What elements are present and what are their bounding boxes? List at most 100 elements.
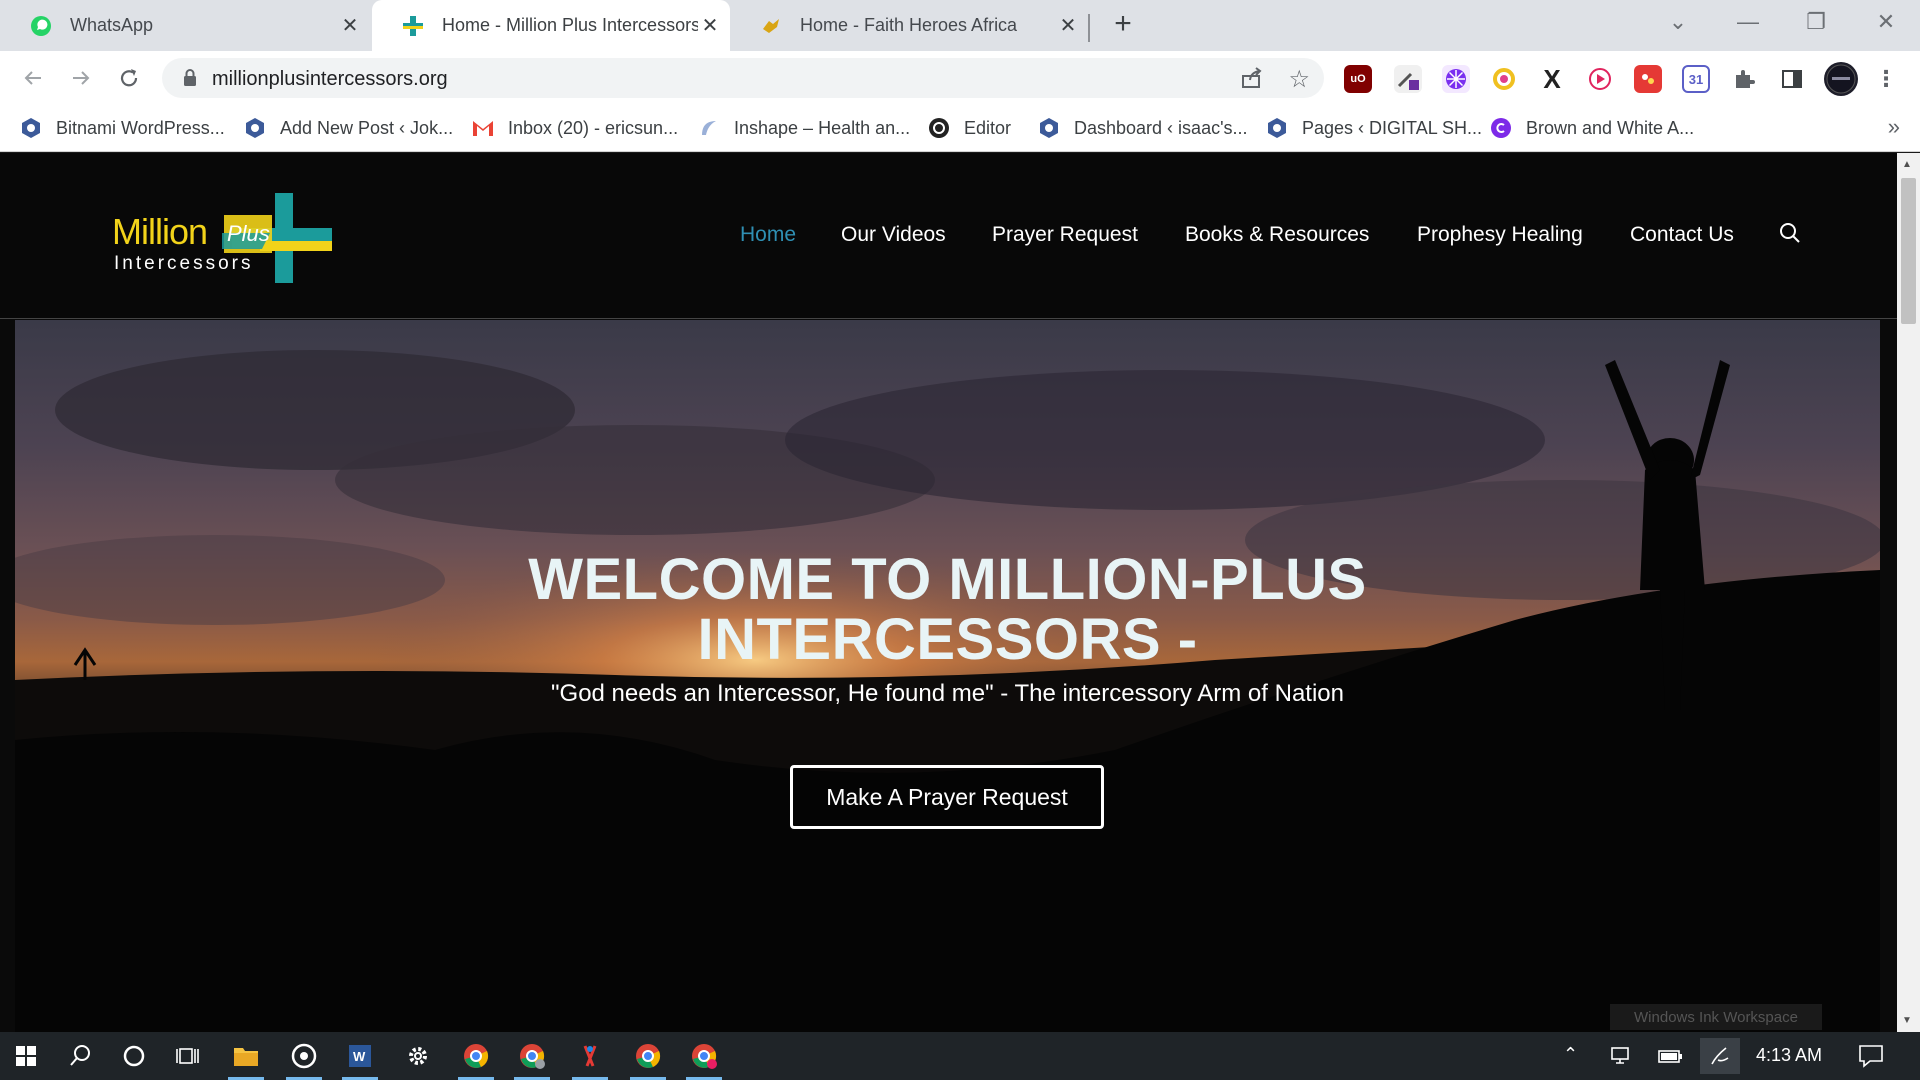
logo-text-sub: Intercessors (114, 253, 254, 274)
site-header: Million Plus Intercessors Home Our Video… (0, 153, 1897, 319)
search-icon[interactable] (1778, 221, 1802, 250)
chrome-profile-icon[interactable] (508, 1032, 556, 1080)
tab-strip: WhatsApp ✕ Home - Million Plus Intercess… (0, 0, 1920, 51)
windows-ink-icon[interactable] (1700, 1038, 1740, 1074)
wordpress-hex-icon (1038, 117, 1060, 139)
network-icon[interactable] (1610, 1046, 1636, 1071)
eyedropper-extension-icon[interactable] (1394, 65, 1422, 93)
battery-icon[interactable] (1657, 1046, 1683, 1071)
page-scrollbar[interactable]: ▲ ▼ (1897, 153, 1920, 1032)
chrome-icon[interactable] (452, 1032, 500, 1080)
ink-workspace-tooltip: Windows Ink Workspace (1610, 1004, 1822, 1030)
nav-books-resources[interactable]: Books & Resources (1185, 223, 1369, 247)
snipping-tool-icon[interactable] (566, 1032, 614, 1080)
lock-icon[interactable] (182, 68, 198, 93)
close-icon[interactable]: ✕ (1056, 14, 1080, 38)
make-prayer-request-button[interactable]: Make A Prayer Request (790, 765, 1104, 829)
minimize-icon[interactable]: — (1718, 0, 1778, 44)
tab-search-icon[interactable]: ⌄ (1648, 0, 1708, 44)
new-tab-button[interactable]: + (1108, 9, 1138, 40)
red-extension-icon[interactable] (1634, 65, 1662, 93)
chrome-profile-2-icon[interactable] (680, 1032, 728, 1080)
hero-title: WELCOME TO MILLION-PLUS INTERCESSORS - (405, 550, 1490, 670)
reload-icon[interactable] (112, 61, 146, 95)
hero-background-image (15, 350, 1880, 1032)
share-icon[interactable] (1240, 66, 1264, 95)
task-view-icon[interactable] (164, 1032, 212, 1080)
bookmark-item[interactable]: Bitnami WordPress... (20, 116, 225, 140)
chrome-menu-icon[interactable]: ⋮ (1872, 65, 1900, 93)
scroll-down-arrow-icon[interactable]: ▼ (1902, 1015, 1912, 1026)
windows-start-icon[interactable] (2, 1032, 50, 1080)
hand-icon (760, 15, 782, 37)
tab-whatsapp[interactable]: WhatsApp ✕ (0, 0, 370, 51)
windows-taskbar: W ⌃ 4:13 AM (0, 1032, 1920, 1080)
bookmark-item[interactable]: Inbox (20) - ericsun... (472, 116, 678, 140)
sparkle-extension-icon[interactable] (1442, 65, 1470, 93)
tab-million-plus[interactable]: Home - Million Plus Intercessors ✕ (372, 0, 730, 51)
bookmark-label: Dashboard ‹ isaac's... (1074, 117, 1248, 138)
web-page: Million Plus Intercessors Home Our Video… (0, 153, 1897, 1032)
nav-prayer-request[interactable]: Prayer Request (992, 223, 1138, 247)
app-target-icon[interactable] (280, 1032, 328, 1080)
ublock-icon[interactable]: uO (1344, 65, 1372, 93)
tab-faith-heroes[interactable]: Home - Faith Heroes Africa ✕ (730, 0, 1088, 51)
site-logo[interactable]: Million Plus Intercessors (112, 193, 332, 283)
back-icon[interactable] (16, 61, 50, 95)
browser-toolbar: millionplusintercessors.org ☆ uO X 31 ⋮ (0, 51, 1920, 104)
action-center-icon[interactable] (1858, 1044, 1884, 1073)
bookmarks-bar: Bitnami WordPress... Add New Post ‹ Jok.… (0, 104, 1920, 152)
wordpress-hex-icon (244, 117, 266, 139)
side-panel-icon[interactable] (1778, 65, 1806, 93)
profile-avatar[interactable] (1824, 62, 1858, 96)
bookmark-item[interactable]: Brown and White A... (1490, 116, 1694, 140)
show-hidden-icons-chevron-icon[interactable]: ⌃ (1563, 1044, 1578, 1065)
bookmark-item[interactable]: Inshape – Health an... (698, 116, 910, 140)
whatsapp-icon (30, 15, 52, 37)
word-icon[interactable]: W (336, 1032, 384, 1080)
chrome-window-icon[interactable] (624, 1032, 672, 1080)
logo-text-main: Million (112, 211, 208, 252)
search-icon[interactable] (56, 1032, 104, 1080)
scroll-up-arrow-icon[interactable]: ▲ (1902, 159, 1912, 170)
editor-icon (928, 117, 950, 139)
badge-extension-icon[interactable]: 31 (1682, 65, 1710, 93)
close-icon[interactable]: ✕ (698, 14, 722, 38)
bookmark-label: Brown and White A... (1526, 117, 1695, 138)
bookmark-label: Inbox (20) - ericsun... (508, 117, 679, 138)
bookmark-item[interactable]: Pages ‹ DIGITAL SH... (1266, 116, 1482, 140)
x-extension-icon[interactable]: X (1538, 64, 1566, 94)
color-ring-extension-icon[interactable] (1490, 65, 1518, 93)
bookmark-item[interactable]: Dashboard ‹ isaac's... (1038, 116, 1248, 140)
taskbar-clock[interactable]: 4:13 AM (1756, 1045, 1822, 1066)
settings-gear-icon[interactable] (394, 1032, 442, 1080)
nav-prophesy-healing[interactable]: Prophesy Healing (1417, 223, 1583, 247)
nav-our-videos[interactable]: Our Videos (841, 223, 946, 247)
bookmark-item[interactable]: Add New Post ‹ Jok... (244, 116, 453, 140)
close-window-icon[interactable]: ✕ (1856, 0, 1916, 44)
address-bar[interactable]: millionplusintercessors.org ☆ (162, 58, 1324, 98)
nav-contact-us[interactable]: Contact Us (1630, 223, 1734, 247)
bookmark-label: Add New Post ‹ Jok... (280, 117, 454, 138)
bookmark-star-icon[interactable]: ☆ (1288, 65, 1310, 94)
forward-icon[interactable] (64, 61, 98, 95)
logo-text-plus: Plus (227, 221, 270, 246)
extensions-puzzle-icon[interactable] (1730, 65, 1758, 93)
wordpress-hex-icon (20, 117, 42, 139)
cortana-icon[interactable] (110, 1032, 158, 1080)
hero-section: WELCOME TO MILLION-PLUS INTERCESSORS - "… (15, 320, 1880, 1032)
play-extension-icon[interactable] (1586, 65, 1614, 93)
hero-subtitle: "God needs an Intercessor, He found me" … (551, 680, 1344, 707)
restore-icon[interactable]: ❐ (1786, 0, 1846, 44)
more-bookmarks-button[interactable]: » (1888, 114, 1900, 140)
wordpress-hex-icon (1266, 117, 1288, 139)
cross-icon (402, 15, 424, 37)
file-explorer-icon[interactable] (222, 1032, 270, 1080)
tab-title: WhatsApp (70, 15, 154, 35)
bookmark-item[interactable]: Editor (928, 116, 1011, 140)
bookmark-label: Inshape – Health an... (734, 117, 911, 138)
close-icon[interactable]: ✕ (338, 14, 362, 38)
inshape-icon (698, 117, 720, 139)
scrollbar-thumb[interactable] (1901, 178, 1916, 324)
nav-home[interactable]: Home (740, 223, 796, 247)
